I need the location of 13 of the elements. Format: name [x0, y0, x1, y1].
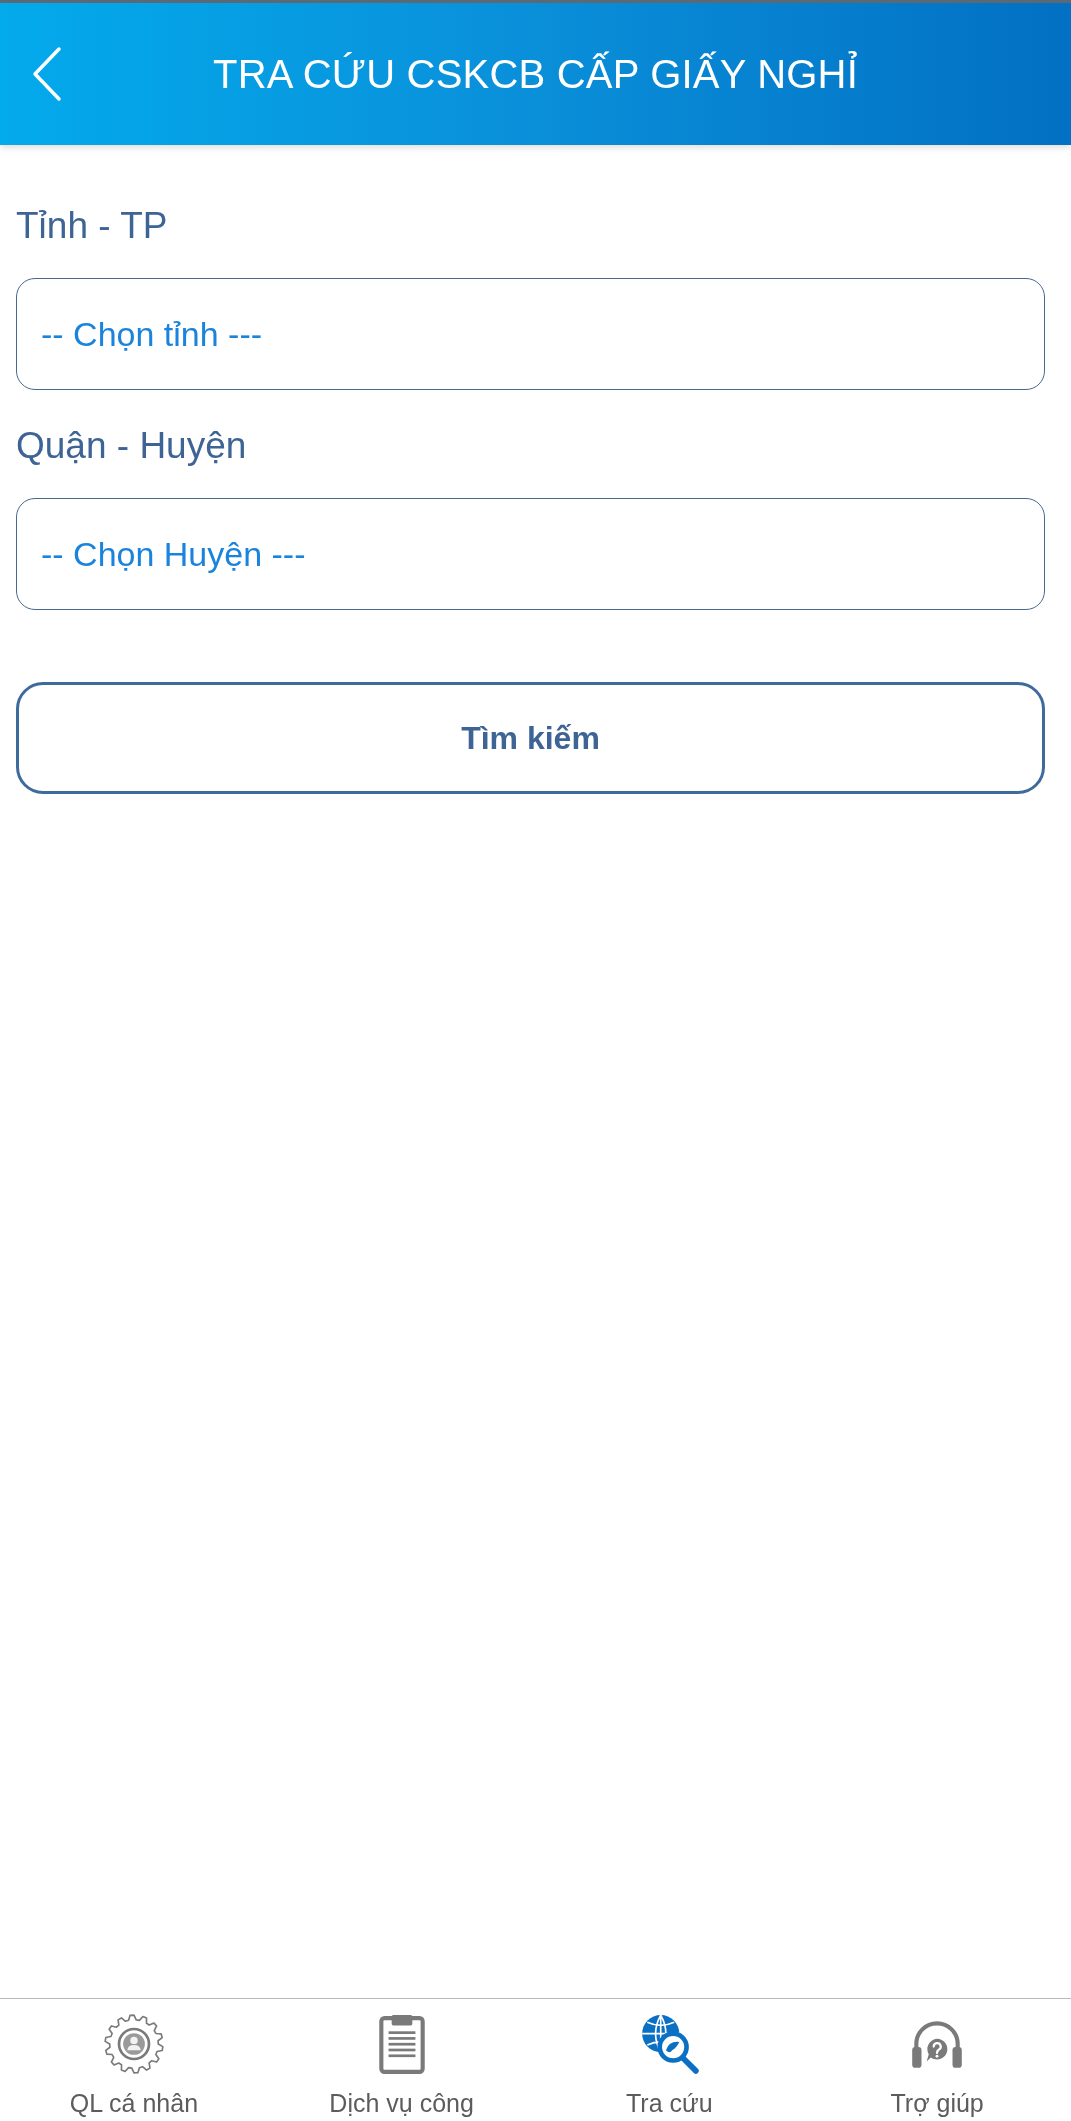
province-select-field[interactable]: -- Chọn tỉnh --- — [16, 278, 1045, 390]
field-label: Quận - Huyện — [16, 424, 247, 468]
nav-tab[interactable]: QL cá nhân — [0, 1999, 268, 2121]
field-label: Tỉnh - TP — [16, 204, 168, 248]
nav-tab[interactable]: Tra cứu — [535, 1999, 804, 2121]
chevron-left-icon — [32, 46, 62, 102]
district-select-field[interactable]: -- Chọn Huyện --- — [16, 498, 1045, 610]
search-button[interactable]: Tìm kiếm — [16, 682, 1045, 794]
nav-tab[interactable]: Trợ giúp — [803, 1999, 1071, 2121]
screen-title: TRA CỨU CSKCB CẤP GIẤY NGHỈ — [212, 51, 859, 97]
back-button[interactable] — [32, 46, 64, 102]
gear-person-icon — [102, 2013, 165, 2075]
nav-tab[interactable]: Dịch vụ công — [267, 1999, 536, 2121]
